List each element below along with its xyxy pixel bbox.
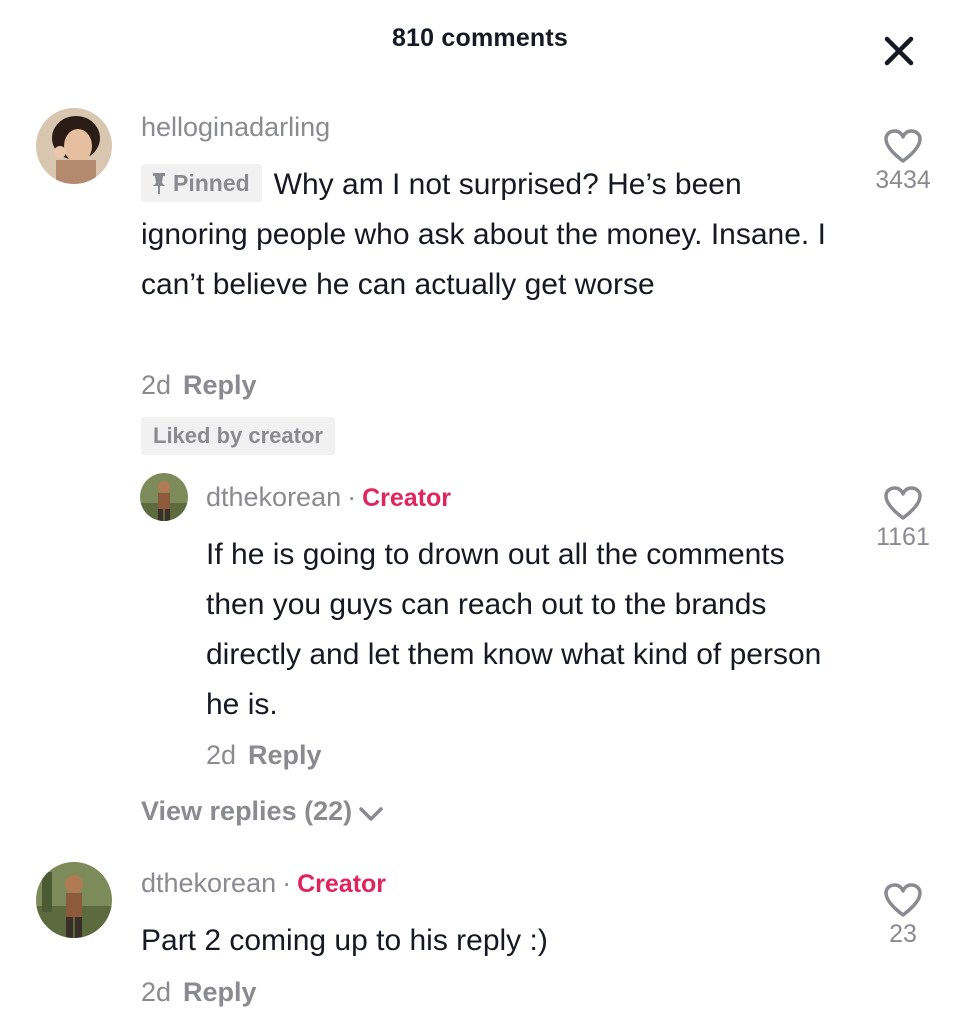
avatar[interactable] — [140, 473, 188, 521]
like-button[interactable]: 23 — [858, 882, 948, 949]
comment-text: Pinned Why am I not surprised? He’s been … — [141, 160, 841, 310]
like-count: 3434 — [875, 166, 931, 194]
comment-username[interactable]: dthekorean — [141, 868, 276, 898]
comment-text: Part 2 coming up to his reply :) — [141, 924, 548, 957]
heart-icon — [884, 486, 922, 520]
reply-button[interactable]: Reply — [183, 977, 257, 1007]
like-button[interactable]: 1161 — [858, 485, 948, 552]
heart-icon — [884, 883, 922, 917]
comment-username-row: dthekorean · Creator — [141, 868, 386, 899]
close-icon — [884, 36, 914, 66]
like-count: 1161 — [876, 523, 930, 551]
view-replies-button[interactable]: View replies (22) — [141, 796, 384, 827]
liked-by-creator-badge: Liked by creator — [141, 417, 335, 455]
creator-tag: Creator — [362, 484, 452, 512]
pin-icon — [153, 173, 165, 194]
like-button[interactable]: 3434 — [858, 128, 948, 195]
pinned-label: Pinned — [173, 170, 250, 196]
separator-dot: · — [282, 868, 292, 898]
reply-button[interactable]: Reply — [248, 740, 322, 770]
like-count: 23 — [889, 920, 917, 948]
comment-age: 2d — [141, 977, 172, 1007]
comments-count-title: 810 comments — [391, 24, 569, 52]
reply-meta: 2d Reply — [206, 740, 322, 771]
heart-icon — [884, 129, 922, 163]
reply-text: If he is going to drown out all the comm… — [206, 538, 822, 721]
comment-username[interactable]: helloginadarling — [141, 112, 330, 143]
reply-age: 2d — [206, 740, 237, 770]
reply-username[interactable]: dthekorean — [206, 482, 341, 512]
view-replies-label: View replies (22) — [141, 796, 353, 826]
reply-button[interactable]: Reply — [183, 370, 257, 400]
pinned-badge: Pinned — [141, 164, 262, 202]
comment-meta: 2d Reply — [141, 370, 257, 401]
creator-tag: Creator — [297, 870, 387, 898]
separator-dot: · — [347, 482, 357, 512]
comment-age: 2d — [141, 370, 172, 400]
close-button[interactable] — [882, 34, 916, 68]
avatar[interactable] — [36, 108, 112, 184]
comment-meta: 2d Reply — [141, 977, 257, 1008]
avatar[interactable] — [36, 862, 112, 938]
reply-username-row: dthekorean · Creator — [206, 482, 451, 513]
chevron-down-icon — [359, 807, 383, 821]
